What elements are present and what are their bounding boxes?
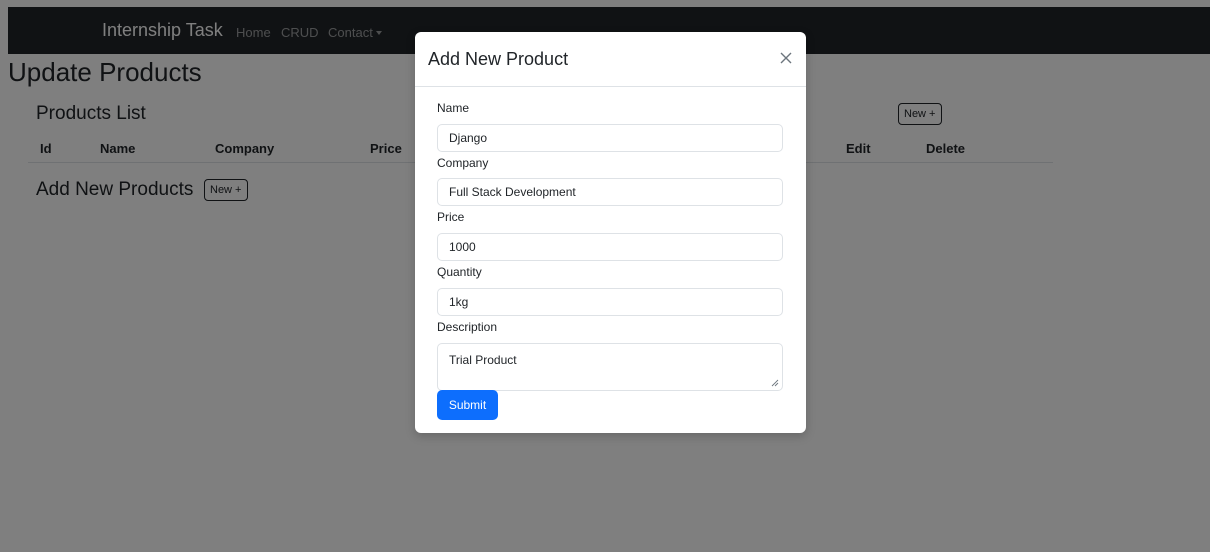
description-value: Trial Product xyxy=(449,353,517,367)
modal-title: Add New Product xyxy=(428,49,569,69)
name-input[interactable]: Django xyxy=(437,124,783,152)
company-input[interactable]: Full Stack Development xyxy=(437,178,783,206)
add-product-modal: Add New Product Name Django Company Full… xyxy=(415,32,806,433)
submit-button[interactable]: Submit xyxy=(437,390,498,420)
description-textarea[interactable]: Trial Product xyxy=(437,343,783,391)
quantity-input[interactable]: 1kg xyxy=(437,288,783,316)
quantity-label: Quantity xyxy=(437,265,482,279)
resize-handle-icon[interactable] xyxy=(771,379,779,387)
close-icon[interactable] xyxy=(778,50,794,66)
price-input[interactable]: 1000 xyxy=(437,233,783,261)
modal-header: Add New Product xyxy=(415,32,806,87)
price-label: Price xyxy=(437,210,465,224)
company-label: Company xyxy=(437,156,489,170)
description-label: Description xyxy=(437,320,498,334)
name-label: Name xyxy=(437,101,470,115)
